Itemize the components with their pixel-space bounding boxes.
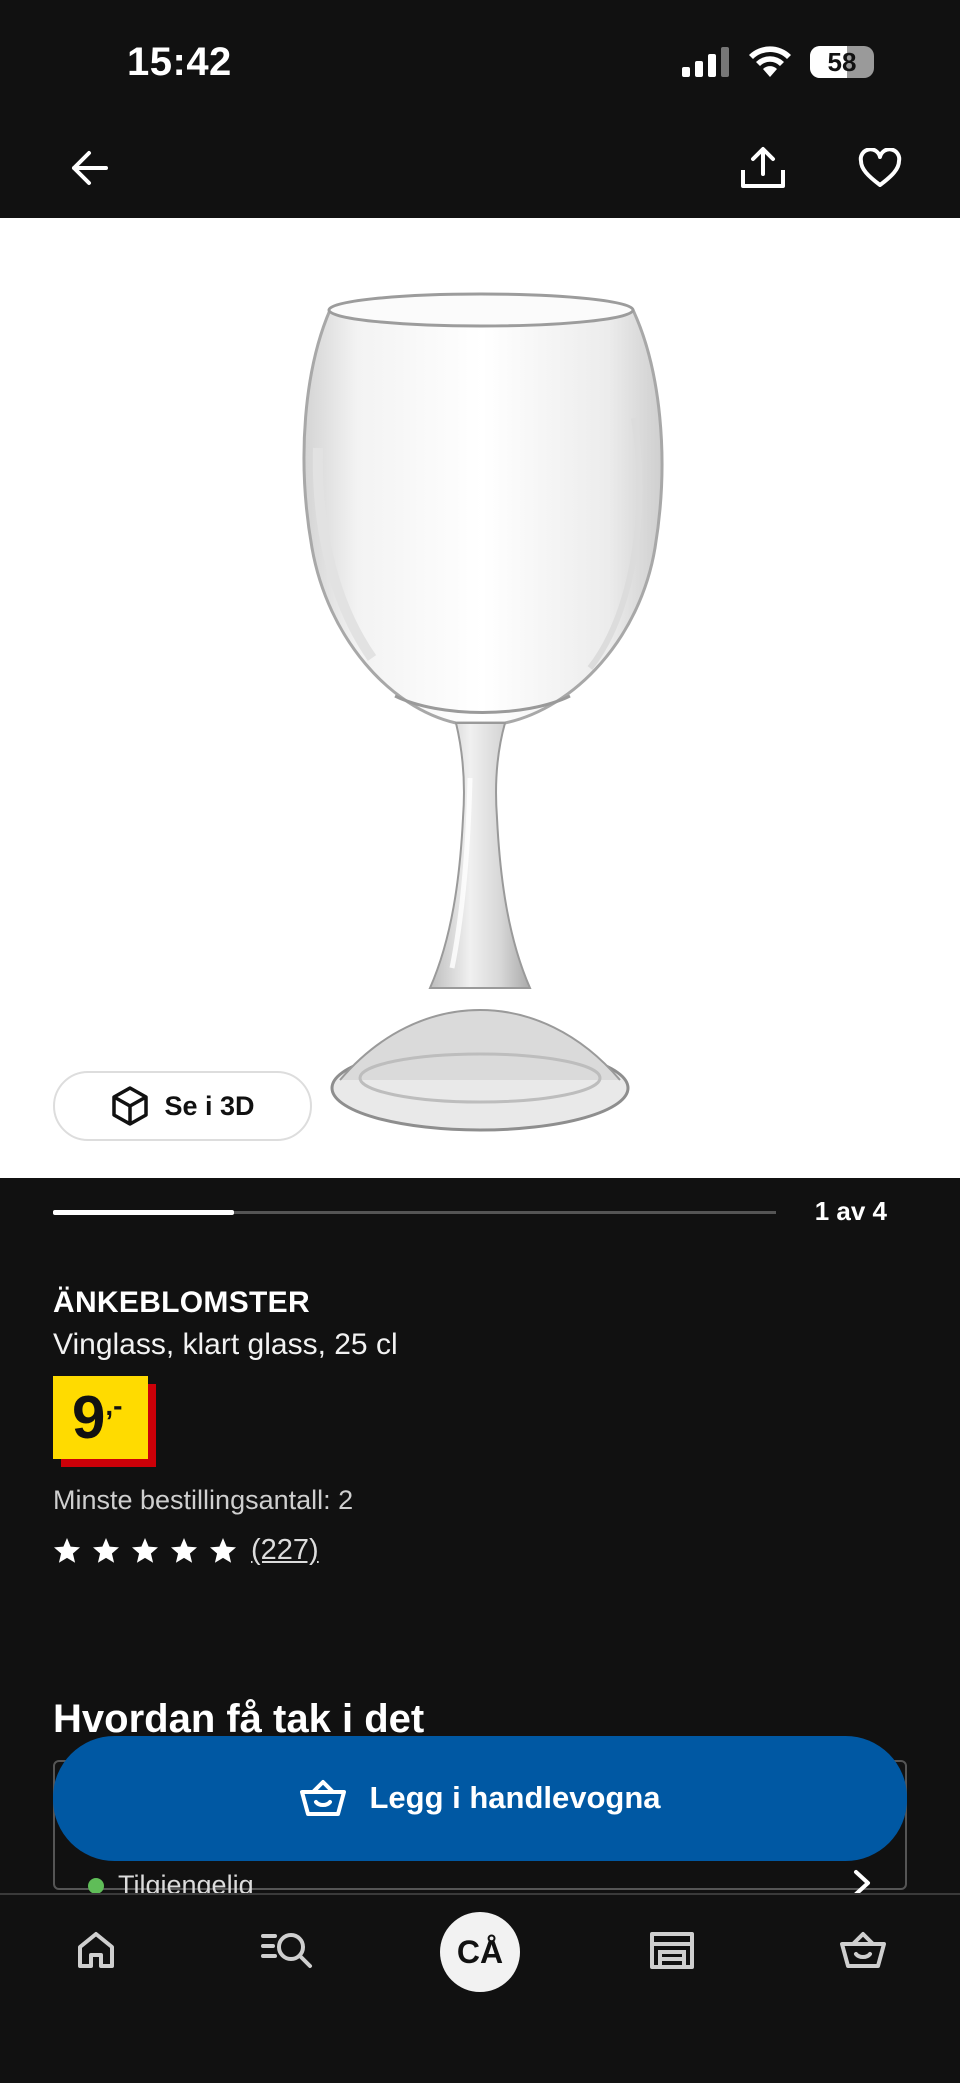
star-icon xyxy=(54,1538,80,1563)
view-in-3d-button[interactable]: Se i 3D xyxy=(53,1071,312,1141)
status-time: 15:42 xyxy=(127,40,232,84)
search-list-icon xyxy=(261,1933,312,1968)
gallery-progress-fill xyxy=(53,1210,234,1215)
tab-basket[interactable] xyxy=(823,1920,903,1980)
cellular-signal-icon xyxy=(682,47,729,77)
star-icon xyxy=(93,1538,119,1563)
favorite-button[interactable] xyxy=(848,136,912,200)
profile-initials: CÅ xyxy=(456,1933,504,1970)
gallery-progress xyxy=(53,1210,776,1215)
battery-level: 58 xyxy=(827,46,857,77)
star-icon xyxy=(132,1538,158,1563)
view-in-3d-label: Se i 3D xyxy=(164,1090,255,1121)
back-button[interactable] xyxy=(57,136,121,200)
share-icon xyxy=(741,147,785,188)
minimum-order-text: Minste bestillingsantall: 2 xyxy=(53,1485,354,1515)
cube-3d-icon xyxy=(112,1086,149,1126)
tab-profile[interactable]: CÅ xyxy=(440,1912,520,1992)
battery-icon: 58 xyxy=(810,46,874,78)
status-dot-icon xyxy=(88,1877,104,1894)
rating-stars xyxy=(53,1537,237,1564)
home-icon xyxy=(78,1932,114,1968)
heart-icon xyxy=(858,148,902,187)
product-image[interactable] xyxy=(0,218,960,1178)
wifi-icon xyxy=(749,46,791,77)
add-to-cart-label: Legg i handlevogna xyxy=(369,1779,661,1815)
share-button[interactable] xyxy=(731,136,795,200)
rating[interactable]: (227) xyxy=(53,1534,319,1567)
star-icon xyxy=(210,1538,236,1563)
product-name: ÄNKEBLOMSTER xyxy=(53,1286,310,1319)
product-description: Vinglass, klart glass, 25 cl xyxy=(53,1328,398,1361)
gallery-counter: 1 av 4 xyxy=(814,1196,887,1226)
tab-stores[interactable] xyxy=(632,1920,712,1980)
price-tag: 9 ,- xyxy=(53,1376,156,1467)
price-suffix: ,- xyxy=(105,1390,123,1421)
review-count-link[interactable]: (227) xyxy=(251,1534,319,1567)
basket-icon xyxy=(840,1932,886,1968)
add-to-cart-button[interactable]: Legg i handlevogna xyxy=(53,1736,907,1859)
arrow-left-icon xyxy=(72,151,108,185)
store-icon xyxy=(650,1932,694,1969)
tab-home[interactable] xyxy=(56,1920,136,1980)
price-value: 9 xyxy=(72,1384,105,1451)
basket-icon xyxy=(300,1779,347,1816)
wine-glass-image xyxy=(302,292,664,1132)
tab-search[interactable] xyxy=(247,1920,327,1980)
star-icon xyxy=(171,1538,197,1563)
status-icons: 58 xyxy=(682,46,874,78)
